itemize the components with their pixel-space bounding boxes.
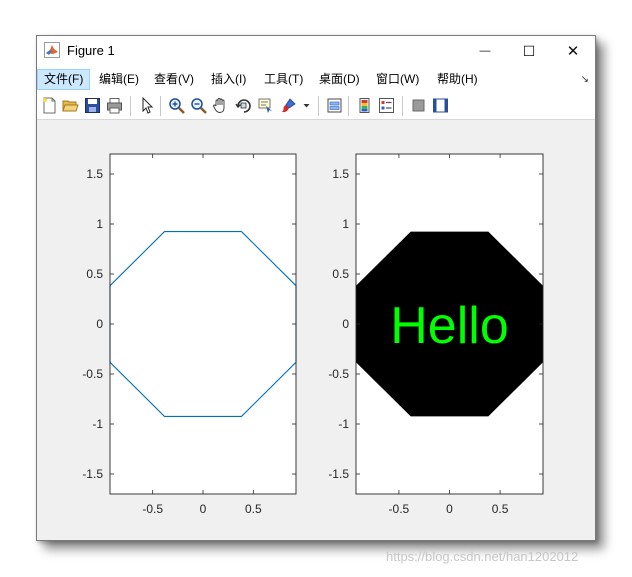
x-tick-label: 0 <box>446 502 453 516</box>
menu-window[interactable]: 窗口(W) <box>370 69 425 90</box>
brush-icon[interactable] <box>280 97 297 114</box>
y-tick-label: 1.5 <box>332 167 349 181</box>
menu-view[interactable]: 查看(V) <box>148 69 200 90</box>
y-tick-label: -0.5 <box>82 367 103 381</box>
y-tick-label: 1.5 <box>86 167 103 181</box>
y-tick-label: -1 <box>92 417 103 431</box>
y-tick-label: 0 <box>96 317 103 331</box>
y-tick-label: -1.5 <box>82 467 103 481</box>
y-tick-label: 0.5 <box>332 267 349 281</box>
pan-hand-icon[interactable] <box>212 97 229 114</box>
y-tick-label: 0.5 <box>86 267 103 281</box>
axes-container: 1.5 1 0.5 0 -0.5 -1 -1.5 -0.5 0 0.5 1.5 1 0.5 0 -0.5 -1… <box>82 153 544 516</box>
y-tick-label: -1 <box>338 417 349 431</box>
maximize-icon: ☐ <box>522 42 536 59</box>
window-title: Figure 1 <box>67 43 115 58</box>
hello-text: Hello <box>390 297 509 355</box>
menu-edit[interactable]: 编辑(E) <box>93 69 145 90</box>
menu-tools[interactable]: 工具(T) <box>258 69 309 90</box>
zoom-in-icon[interactable] <box>168 97 185 114</box>
toolbar-separator <box>402 96 403 116</box>
minimize-icon: — <box>479 45 491 57</box>
figure-toolbar <box>37 92 595 120</box>
x-tick-label: 0.5 <box>245 502 262 516</box>
plot-area <box>110 154 296 494</box>
open-folder-icon[interactable] <box>62 97 79 114</box>
toolbar-separator <box>348 96 349 116</box>
menu-help[interactable]: 帮助(H) <box>431 69 484 90</box>
link-plot-icon[interactable] <box>326 97 343 114</box>
data-cursor-icon[interactable] <box>257 97 274 114</box>
close-button[interactable]: ✕ <box>551 36 595 66</box>
legend-icon[interactable] <box>378 97 395 114</box>
y-tick-label: 1 <box>96 217 103 231</box>
x-tick-label: -0.5 <box>389 502 410 516</box>
minimize-button[interactable]: — <box>463 36 507 66</box>
menu-overflow-icon[interactable]: ↘ <box>581 74 589 85</box>
new-file-icon[interactable] <box>41 97 58 114</box>
axes-2: 1.5 1 0.5 0 -0.5 -1 -1.5 -0.5 0 0.5 Hello <box>328 153 544 516</box>
y-tick-label: -1.5 <box>328 467 349 481</box>
y-tick-label: 0 <box>342 317 349 331</box>
x-tick-label: -0.5 <box>142 502 163 516</box>
save-icon[interactable] <box>84 97 101 114</box>
menu-bar: 文件(F) 编辑(E) 查看(V) 插入(I) 工具(T) 桌面(D) 窗口(W… <box>37 66 595 92</box>
watermark-text: https://blog.csdn.net/han1202012 <box>386 549 579 564</box>
title-bar[interactable]: Figure 1 — ☐ ✕ <box>37 36 595 66</box>
toolbar-separator <box>160 96 161 116</box>
toolbar-separator <box>318 96 319 116</box>
colorbar-icon[interactable] <box>356 97 373 114</box>
close-icon: ✕ <box>566 43 580 60</box>
matlab-logo-icon <box>44 42 60 58</box>
x-tick-label: 0.5 <box>492 502 509 516</box>
figure-window: Figure 1 — ☐ ✕ 文件(F) 编辑(E) 查看(V) 插入(I) 工… <box>36 35 596 541</box>
print-icon[interactable] <box>106 97 123 114</box>
hide-plot-tools-icon[interactable] <box>410 97 427 114</box>
rotate-3d-icon[interactable] <box>235 97 252 114</box>
figure-canvas[interactable]: 1.5 1 0.5 0 -0.5 -1 -1.5 -0.5 0 0.5 1.5 1 0.5 0 -0.5 -1… <box>37 121 595 540</box>
screenshot-stage: Figure 1 — ☐ ✕ 文件(F) 编辑(E) 查看(V) 插入(I) 工… <box>0 0 632 577</box>
zoom-out-icon[interactable] <box>190 97 207 114</box>
maximize-button[interactable]: ☐ <box>507 36 551 66</box>
y-tick-label: -0.5 <box>328 367 349 381</box>
x-tick-label: 0 <box>200 502 207 516</box>
menu-desktop[interactable]: 桌面(D) <box>313 69 366 90</box>
menu-file[interactable]: 文件(F) <box>37 69 91 90</box>
show-plot-tools-icon[interactable] <box>432 97 449 114</box>
pointer-icon[interactable] <box>138 97 155 114</box>
toolbar-separator <box>130 96 131 116</box>
menu-insert[interactable]: 插入(I) <box>205 69 252 90</box>
y-tick-label: 1 <box>342 217 349 231</box>
axes-1: 1.5 1 0.5 0 -0.5 -1 -1.5 -0.5 0 0.5 <box>82 153 297 516</box>
brush-dropdown-icon[interactable] <box>302 97 311 114</box>
